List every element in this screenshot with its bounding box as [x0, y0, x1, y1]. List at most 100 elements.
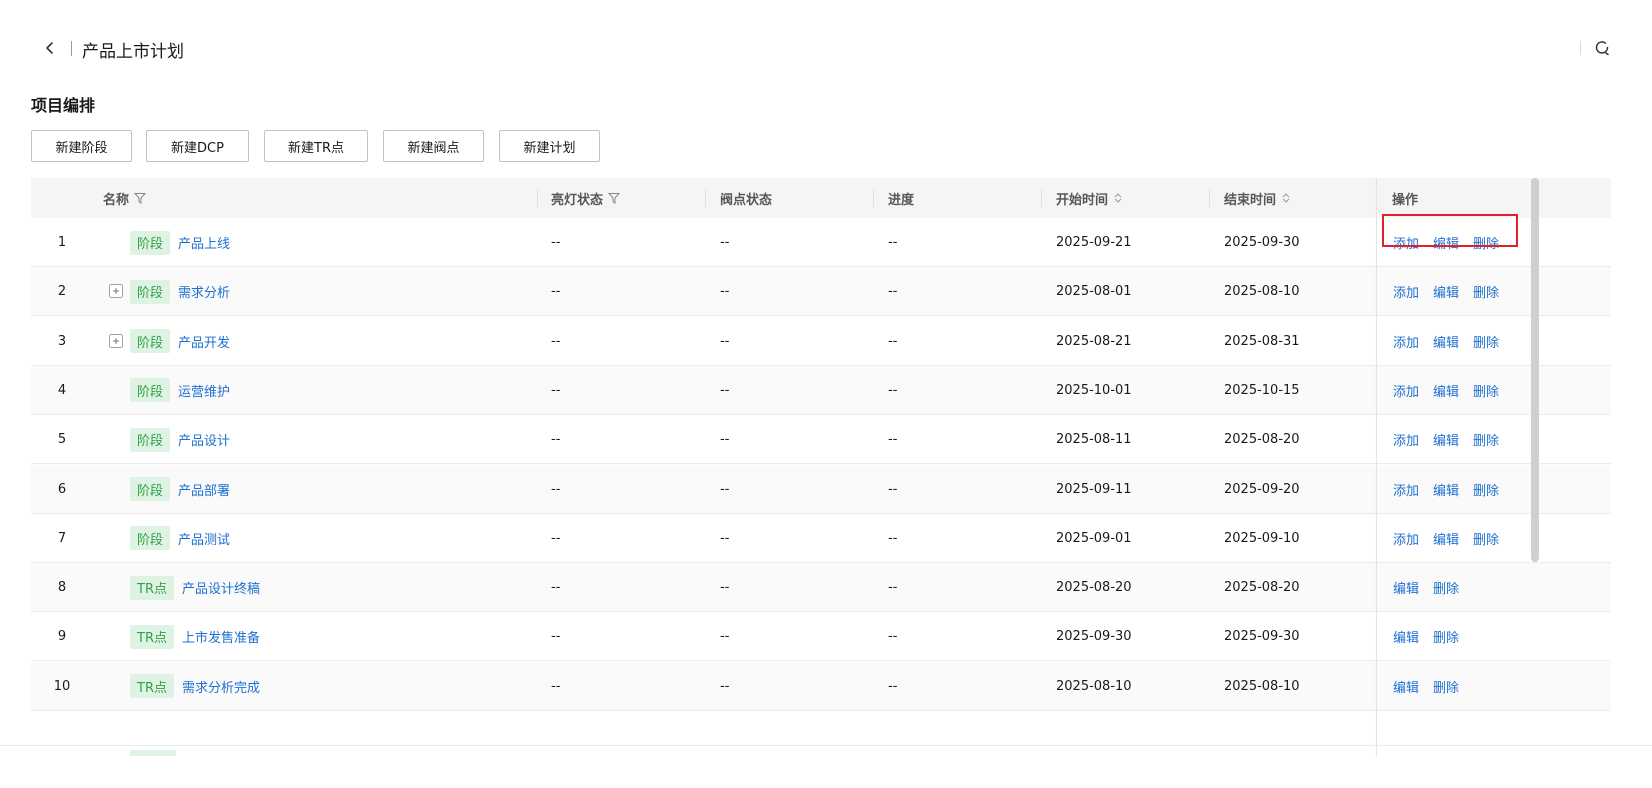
page-header: 产品上市计划 [30, 32, 1622, 64]
add-link[interactable]: 添加 [1393, 529, 1419, 548]
table-row: 6 阶段 产品部署 -- -- -- 2025-09-11 2025-09-20 添加 编辑 删除 [31, 464, 1611, 514]
item-name-link[interactable]: 需求分析完成 [182, 677, 260, 696]
refresh-button[interactable] [1592, 38, 1612, 58]
table-row: 5 阶段 产品设计 -- -- -- 2025-08-11 2025-08-20 添加 编辑 删除 [31, 415, 1611, 465]
operations-cell: 添加 编辑 删除 [1379, 267, 1531, 316]
table-row: 4 阶段 运营维护 -- -- -- 2025-10-01 2025-10-15 添加 编辑 删除 [31, 365, 1611, 415]
header-divider [71, 41, 72, 56]
column-divider [1041, 189, 1042, 207]
light-status-cell: -- [551, 333, 561, 349]
table-scrollbar[interactable] [1531, 178, 1539, 562]
expand-icon[interactable] [109, 284, 123, 299]
item-name-link[interactable]: 产品上线 [178, 233, 230, 252]
progress-cell: -- [888, 530, 898, 546]
add-link[interactable]: 添加 [1393, 282, 1419, 301]
type-tag: 阶段 [130, 230, 171, 255]
light-status-cell: -- [551, 432, 561, 448]
start-time-cell: 2025-08-10 [1056, 678, 1132, 694]
edit-link[interactable]: 编辑 [1393, 578, 1419, 597]
new-valve-point-button[interactable]: 新建阀点 [383, 130, 484, 162]
table-row: 3 阶段 产品开发 -- -- -- 2025-08-21 2025-08-31 添加 编辑 删除 [31, 317, 1611, 366]
row-index: 6 [57, 481, 67, 497]
name-cell: 阶段 产品设计 [130, 415, 530, 464]
end-time-cell: 2025-08-20 [1224, 432, 1300, 448]
item-name-link[interactable]: 产品开发 [178, 332, 230, 351]
valve-status-cell: -- [720, 432, 730, 448]
type-tag: TR点 [130, 575, 174, 600]
expand-icon[interactable] [109, 333, 123, 348]
operations-cell: 添加 编辑 删除 [1379, 317, 1531, 366]
back-button[interactable] [40, 38, 60, 58]
delete-link[interactable]: 删除 [1433, 677, 1459, 696]
column-header-start-time[interactable]: 开始时间 [1056, 178, 1123, 218]
item-name-link[interactable]: 需求分析 [178, 282, 230, 301]
valve-status-cell: -- [720, 333, 730, 349]
name-cell: 阶段 产品开发 [130, 317, 530, 366]
end-time-cell: 2025-08-10 [1224, 678, 1300, 694]
item-name-link[interactable]: 产品设计终稿 [182, 578, 260, 597]
page-title: 产品上市计划 [82, 42, 184, 62]
new-dcp-button[interactable]: 新建DCP [146, 130, 249, 162]
start-time-cell: 2025-09-21 [1056, 235, 1132, 250]
new-plan-button[interactable]: 新建计划 [499, 130, 600, 162]
delete-link[interactable]: 删除 [1433, 627, 1459, 646]
start-time-cell: 2025-09-01 [1056, 530, 1132, 546]
column-header-progress: 进度 [888, 192, 915, 208]
edit-link[interactable]: 编辑 [1433, 381, 1459, 400]
edit-link[interactable]: 编辑 [1433, 332, 1459, 351]
end-time-cell: 2025-09-10 [1224, 530, 1300, 546]
new-tr-point-button[interactable]: 新建TR点 [264, 130, 368, 162]
column-header-end-time[interactable]: 结束时间 [1224, 178, 1291, 218]
add-link[interactable]: 添加 [1393, 332, 1419, 351]
item-name-link[interactable]: 产品测试 [178, 529, 230, 548]
sort-icon[interactable] [1113, 192, 1123, 204]
delete-link[interactable]: 删除 [1473, 282, 1499, 301]
delete-link[interactable]: 删除 [1473, 381, 1499, 400]
edit-link[interactable]: 编辑 [1433, 529, 1459, 548]
sort-icon[interactable] [1281, 192, 1291, 204]
column-header-name[interactable]: 名称 [103, 178, 147, 218]
type-tag: TR点 [130, 624, 174, 649]
filter-icon[interactable] [134, 192, 147, 204]
edit-link[interactable]: 编辑 [1433, 430, 1459, 449]
item-name-link[interactable]: 产品设计 [178, 430, 230, 449]
delete-link[interactable]: 删除 [1473, 332, 1499, 351]
delete-link[interactable]: 删除 [1433, 578, 1459, 597]
edit-link[interactable]: 编辑 [1393, 627, 1419, 646]
valve-status-cell: -- [720, 481, 730, 497]
delete-link[interactable]: 删除 [1473, 430, 1499, 449]
operations-cell: 编辑 删除 [1379, 612, 1531, 661]
start-time-cell: 2025-09-30 [1056, 629, 1132, 645]
progress-cell: -- [888, 235, 898, 250]
column-header-light-status[interactable]: 亮灯状态 [551, 178, 621, 218]
item-name-link[interactable]: 上市发售准备 [182, 627, 260, 646]
valve-status-cell: -- [720, 530, 730, 546]
edit-link[interactable]: 编辑 [1393, 677, 1419, 696]
delete-link[interactable]: 删除 [1473, 480, 1499, 499]
edit-link[interactable]: 编辑 [1433, 480, 1459, 499]
valve-status-cell: -- [720, 678, 730, 694]
add-link[interactable]: 添加 [1393, 480, 1419, 499]
start-time-cell: 2025-08-01 [1056, 284, 1132, 300]
light-status-cell: -- [551, 678, 561, 694]
add-link[interactable]: 添加 [1393, 381, 1419, 400]
item-name-link[interactable]: 产品部署 [178, 480, 230, 499]
refresh-icon [1595, 41, 1609, 56]
delete-link[interactable]: 删除 [1473, 529, 1499, 548]
operations-cell: 添加 编辑 删除 [1379, 366, 1531, 415]
new-stage-button[interactable]: 新建阶段 [31, 130, 132, 162]
end-time-cell: 2025-09-30 [1224, 629, 1300, 645]
add-link[interactable]: 添加 [1393, 430, 1419, 449]
partial-row-tag [130, 750, 176, 756]
item-name-link[interactable]: 运营维护 [178, 381, 230, 400]
column-header-valve-status: 阀点状态 [720, 192, 773, 208]
column-header-name-label: 名称 [103, 192, 130, 208]
end-time-cell: 2025-08-20 [1224, 580, 1300, 596]
start-time-cell: 2025-08-21 [1056, 333, 1132, 349]
edit-link[interactable]: 编辑 [1433, 282, 1459, 301]
name-cell: TR点 产品设计终稿 [130, 563, 530, 612]
valve-status-cell: -- [720, 580, 730, 596]
row-index: 1 [57, 235, 67, 250]
progress-cell: -- [888, 580, 898, 596]
filter-icon[interactable] [608, 192, 621, 204]
